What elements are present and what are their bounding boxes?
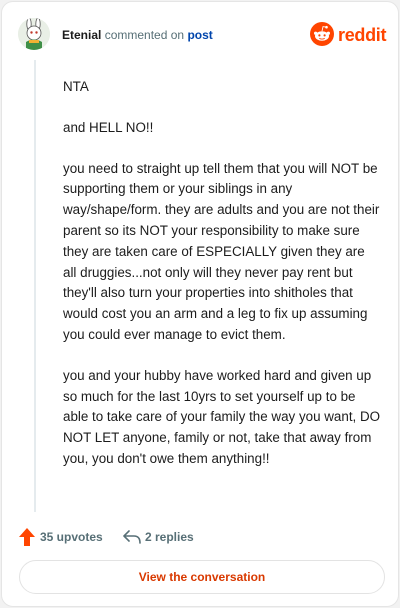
reply-count[interactable]: 2 replies xyxy=(145,530,194,544)
view-conversation-button[interactable]: View the conversation xyxy=(19,560,385,594)
thread-line xyxy=(34,60,36,512)
user-avatar-icon[interactable] xyxy=(18,18,50,50)
comment-card: Etenial commented on post reddit NTA and… xyxy=(1,1,399,607)
reddit-logo-icon xyxy=(310,22,334,46)
comment-body: NTA and HELL NO!! you need to straight u… xyxy=(63,77,381,490)
post-link[interactable]: post xyxy=(187,28,212,42)
comment-paragraph: you need to straight up tell them that y… xyxy=(63,160,380,342)
comment-paragraph: you and your hubby have worked hard and … xyxy=(63,367,381,466)
reddit-brand[interactable]: reddit xyxy=(310,22,387,48)
reply-arrow-icon[interactable] xyxy=(123,530,141,544)
action-text: commented on xyxy=(104,28,185,42)
comment-header: Etenial commented on post reddit xyxy=(18,18,387,52)
upvote-arrow-icon[interactable] xyxy=(19,528,35,546)
reddit-wordmark: reddit xyxy=(338,25,387,45)
comment-paragraph: and HELL NO!! xyxy=(63,119,154,135)
comment-paragraph: NTA xyxy=(63,79,89,94)
comment-meta: Etenial commented on post xyxy=(62,27,213,43)
upvote-count[interactable]: 35 upvotes xyxy=(40,530,103,544)
comment-actions: 35 upvotes 2 replies xyxy=(19,527,319,547)
author-name[interactable]: Etenial xyxy=(62,28,101,42)
